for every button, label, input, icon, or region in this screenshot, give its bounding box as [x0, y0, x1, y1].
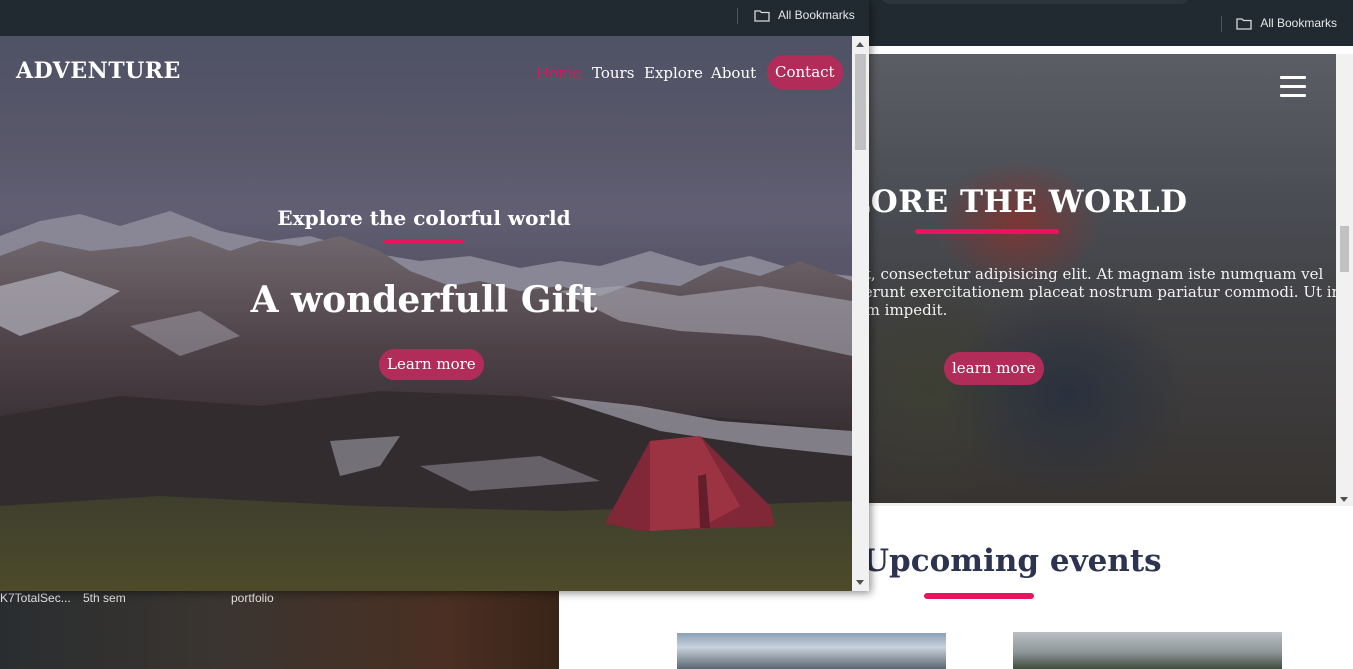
- scroll-down-arrow-icon[interactable]: [1340, 497, 1348, 502]
- fg-page-scrollbar[interactable]: [852, 36, 869, 591]
- scroll-up-arrow-icon[interactable]: [856, 42, 864, 47]
- bg-page-scrollbar[interactable]: [1336, 54, 1353, 506]
- bg-toolbar-separator: [1221, 16, 1222, 32]
- bg-hero-text-line: serunt exercitationem placeat nostrum pa…: [868, 283, 1336, 301]
- folder-icon: [1236, 17, 1252, 30]
- hero-title: A wonderfull Gift: [250, 279, 598, 321]
- fg-all-bookmarks[interactable]: All Bookmarks: [754, 8, 855, 22]
- bg-learn-more-button[interactable]: learn more: [944, 352, 1044, 385]
- event-image[interactable]: [1013, 632, 1282, 669]
- learn-more-button[interactable]: Learn more: [379, 349, 484, 380]
- site-logo[interactable]: ADVENTURE: [16, 58, 181, 84]
- upcoming-events-underline: [924, 593, 1034, 599]
- fg-toolbar-separator: [737, 8, 738, 24]
- foreground-browser-window: All Bookmarks ADVENTURE Home Tours Explo…: [0, 0, 869, 591]
- fg-bookmarks-label: All Bookmarks: [778, 8, 855, 22]
- bg-hero-text: et, consectetur adipisicing elit. At mag…: [868, 265, 1336, 319]
- bg-hero-title: LORE THE WORLD: [868, 184, 1188, 220]
- bg-scrollbar-thumb[interactable]: [1340, 226, 1349, 272]
- nav-about-link[interactable]: About: [711, 64, 756, 82]
- upcoming-events-heading: Upcoming events: [862, 543, 1162, 579]
- desktop-shortcut[interactable]: K7TotalSec...: [0, 591, 71, 605]
- bg-hero-section: LORE THE WORLD et, consectetur adipisici…: [868, 54, 1336, 503]
- desktop-shortcut[interactable]: 5th sem: [83, 591, 126, 605]
- nav-tours-link[interactable]: Tours: [592, 64, 634, 82]
- bg-address-bar[interactable]: [880, 0, 1190, 4]
- scroll-down-arrow-icon[interactable]: [856, 580, 864, 585]
- nav-explore-link[interactable]: Explore: [644, 64, 703, 82]
- nav-contact-button[interactable]: Contact: [767, 55, 843, 90]
- desktop-background: K7TotalSec... 5th sem portfolio: [0, 591, 559, 669]
- bg-bookmarks-label: All Bookmarks: [1260, 16, 1337, 30]
- bg-all-bookmarks[interactable]: All Bookmarks: [1236, 16, 1337, 30]
- bg-hero-text-line: et, consectetur adipisicing elit. At mag…: [868, 265, 1324, 283]
- fg-browser-toolbar: [0, 0, 869, 36]
- nav-home-link[interactable]: Home: [536, 64, 581, 82]
- bg-hero-title-underline: [915, 229, 1059, 234]
- bg-hero-text-line: um impedit.: [868, 301, 948, 319]
- event-image[interactable]: [677, 633, 946, 669]
- folder-icon: [754, 9, 770, 22]
- hero-subtitle-underline: [384, 239, 464, 244]
- fg-scrollbar-thumb[interactable]: [855, 54, 866, 150]
- desktop-shortcut[interactable]: portfolio: [231, 591, 274, 605]
- fg-hero-section: ADVENTURE Home Tours Explore About Conta…: [0, 36, 852, 591]
- hero-subtitle: Explore the colorful world: [277, 206, 571, 230]
- hamburger-menu-icon[interactable]: [1280, 76, 1306, 97]
